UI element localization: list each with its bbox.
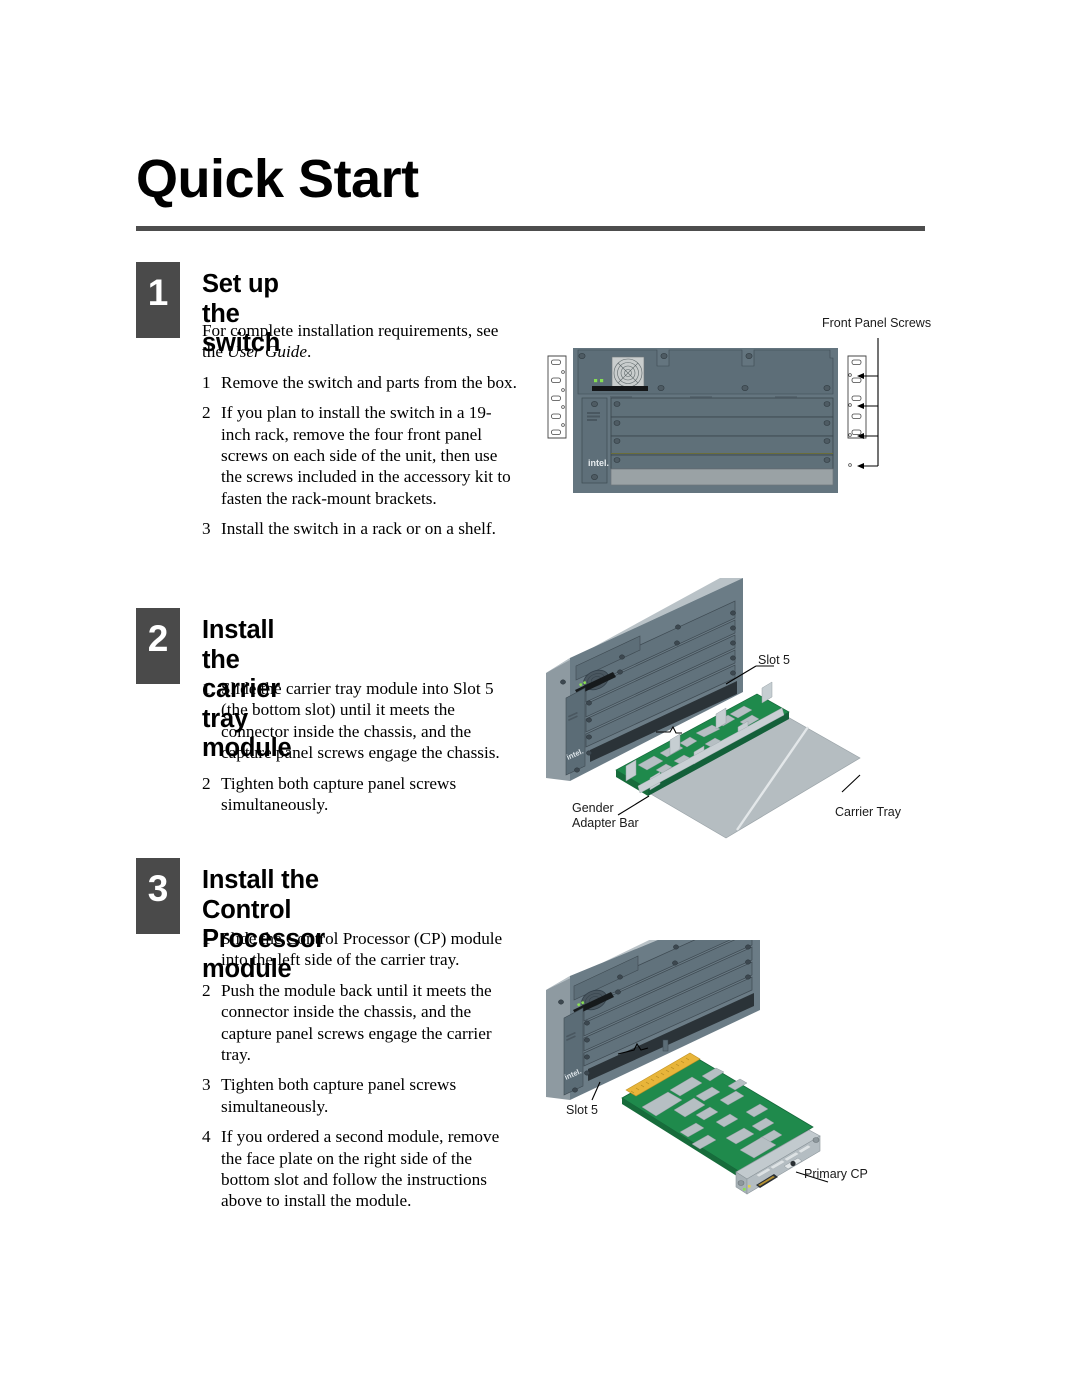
list-item: 3 Tighten both capture panel screws simul… [202,1074,520,1117]
step-3-body: 1 Slide the Control Processor (CP) module… [202,928,520,1212]
step-3-list: 1 Slide the Control Processor (CP) module… [202,928,520,1212]
page-title: Quick Start [136,149,419,209]
figure-control-processor: intel. Slot 5 Primary CP [530,940,940,1230]
list-item-text: Remove the switch and parts from the box… [221,372,517,392]
list-item: 4 If you ordered a second module, remove … [202,1126,520,1212]
switch-chassis: intel. [573,348,838,493]
list-item-text: Tighten both capture panel screws simult… [221,773,457,815]
list-item-number: 3 [202,519,211,539]
list-item: 2 Push the module back until it meets the… [202,980,520,1066]
chassis-slots [610,397,834,486]
step-2-list: 1 Slide the carrier tray module into Slot… [202,678,520,815]
user-guide-reference: User Guide [227,342,308,362]
list-item-text: If you plan to install the switch in a 1… [221,403,511,508]
control-processor-diagram: intel. [546,940,829,1195]
label-primary-cp: Primary CP [804,1167,868,1181]
list-item-number: 1 [202,679,211,698]
label-carrier-tray: Carrier Tray [835,805,901,819]
list-item: 3 Install the switch in a rack or on a sh… [202,518,520,539]
figure-switch-front-panel: intel. Front Panel Screws [530,310,940,510]
list-item-number: 2 [202,980,211,1000]
step-3-badge: 3 [136,858,180,934]
step-1-intro-after: . [307,342,312,362]
list-item-number: 2 [202,403,211,423]
quick-start-page: Quick Start 1 Set up the switch For comp… [0,0,1080,1397]
figure-carrier-tray: intel. Slot 5 Gender Adapter Bar Carrier… [530,570,940,850]
title-divider [136,226,925,231]
list-item-number: 1 [202,929,211,948]
cp-module [621,1052,821,1195]
list-item-text: Slide the carrier tray module into Slot … [221,679,500,763]
list-item-text: If you ordered a second module, remove t… [221,1127,500,1211]
label-gender-adapter-bar: Gender Adapter Bar [572,801,639,830]
step-2-badge: 2 [136,608,180,684]
list-item-number: 3 [202,1075,211,1095]
step-1-badge: 1 [136,262,180,338]
list-item-text: Push the module back until it meets the … [221,980,492,1065]
list-item-text: Tighten both capture panel screws simult… [221,1075,457,1116]
label-slot-5: Slot 5 [758,653,790,667]
label-slot-5: Slot 5 [566,1103,598,1117]
list-item-number: 1 [202,372,211,392]
list-item: 1 Slide the carrier tray module into Slot… [202,678,520,764]
carrier-tray-leader [841,774,861,793]
list-item-number: 2 [202,773,211,793]
list-item: 2 Tighten both capture panel screws simul… [202,773,520,816]
front-panel-diagram: intel. [547,338,879,493]
list-item: 1 Slide the Control Processor (CP) module… [202,928,520,971]
right-rack-bracket [847,355,867,467]
step-1-list: 1 Remove the switch and parts from the bo… [202,372,520,540]
label-front-panel-screws: Front Panel Screws [822,316,932,330]
list-item-text: Slide the Control Processor (CP) module … [221,929,503,970]
list-item-number: 4 [202,1127,211,1147]
left-rack-bracket [547,355,567,439]
step-1-body: For complete installation requirements, … [202,320,520,540]
step-2-body: 1 Slide the carrier tray module into Slot… [202,678,520,815]
intel-logo-text: intel. [588,458,609,468]
step-1-intro: For complete installation requirements, … [202,320,520,363]
list-item: 1 Remove the switch and parts from the bo… [202,372,520,393]
list-item: 2 If you plan to install the switch in a … [202,402,520,509]
list-item-text: Install the switch in a rack or on a she… [221,519,496,539]
